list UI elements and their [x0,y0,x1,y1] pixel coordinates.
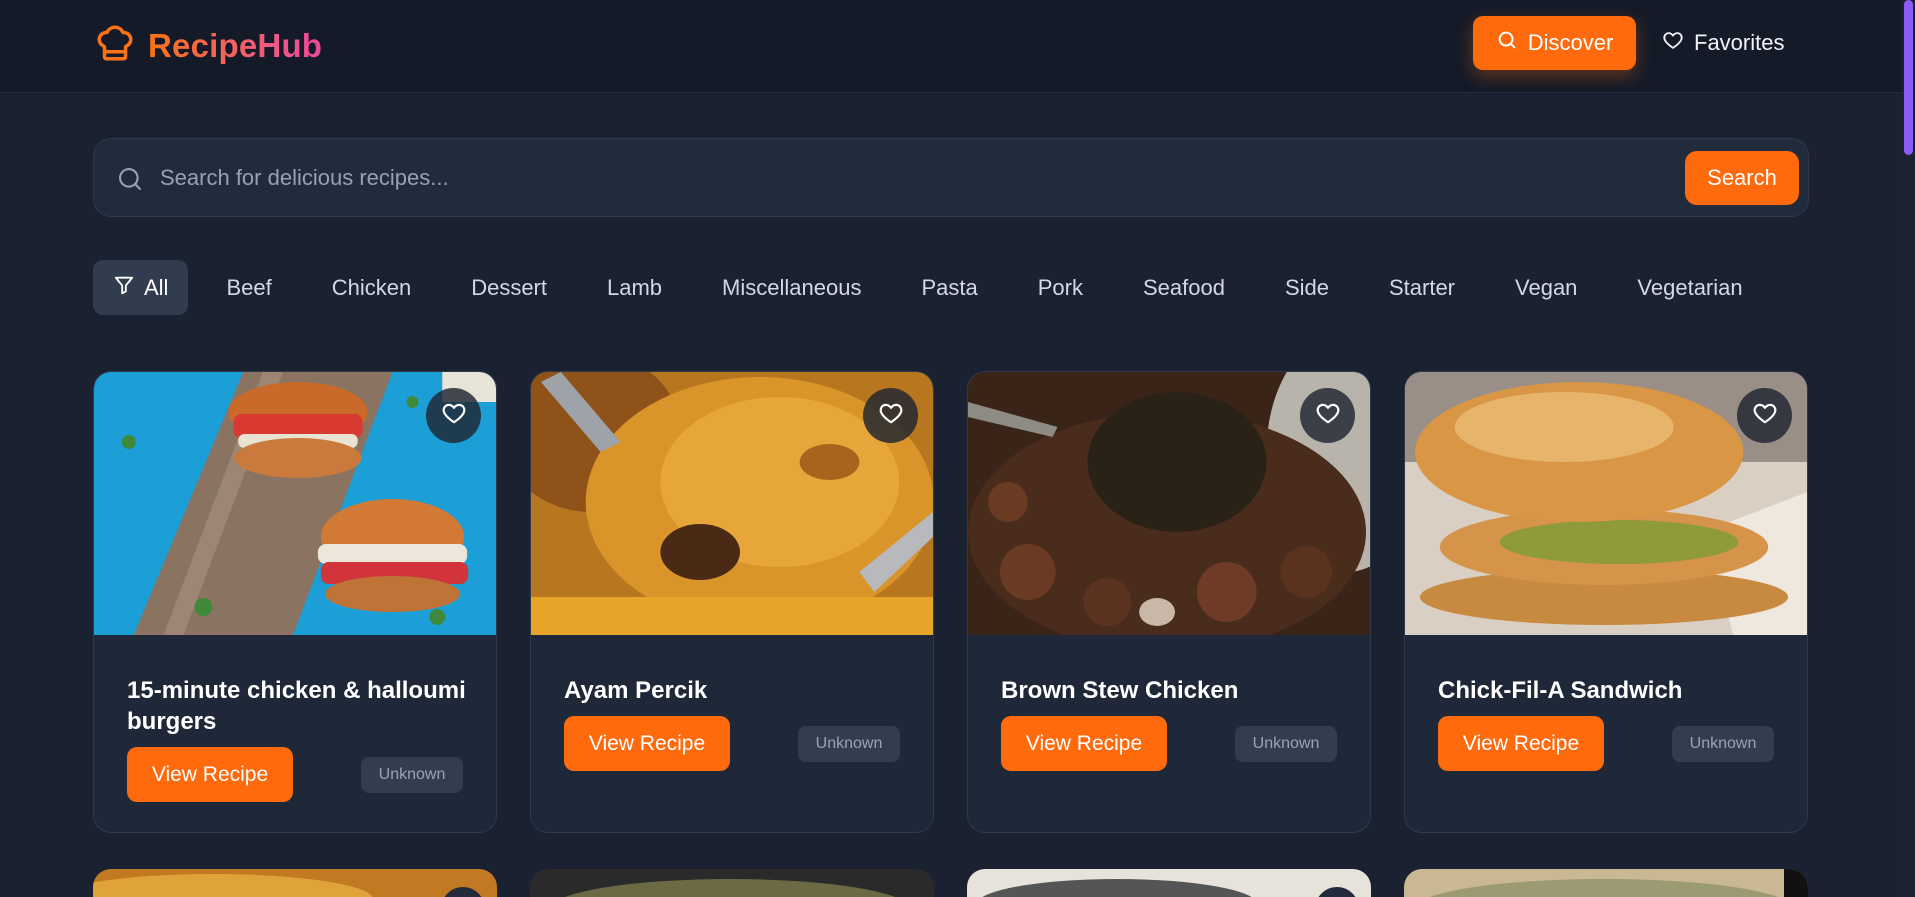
search-input[interactable] [160,159,1640,197]
view-recipe-button[interactable]: View Recipe [564,716,730,771]
recipe-card-image-partial[interactable] [93,869,497,897]
area-badge: Unknown [1672,726,1774,762]
search-button[interactable]: Search [1685,151,1799,205]
area-badge: Unknown [798,726,900,762]
favorite-toggle-button[interactable] [1737,388,1792,443]
category-chip-beef[interactable]: Beef [206,260,291,315]
discover-label: Discover [1527,30,1614,55]
search-icon [116,165,144,193]
category-chip-pasta[interactable]: Pasta [901,260,997,315]
top-navigation-bar: RecipeHub Discover Favorites [0,0,1902,93]
discover-button[interactable]: Discover [1473,16,1636,70]
search-icon [1496,29,1518,57]
view-recipe-button[interactable]: View Recipe [1001,716,1167,771]
category-chip-chicken[interactable]: Chicken [312,260,431,315]
page-scrollbar[interactable] [1902,0,1915,897]
category-filter-bar: All Beef Chicken Dessert Lamb Miscellane… [93,260,1783,315]
favorite-toggle-button[interactable] [863,388,918,443]
view-recipe-button[interactable]: View Recipe [1438,716,1604,771]
view-recipe-button[interactable]: View Recipe [127,747,293,802]
brand-logo-link[interactable]: RecipeHub [94,22,322,69]
recipe-title: Brown Stew Chicken [1001,677,1239,704]
recipe-card[interactable]: Brown Stew Chicken View Recipe Unknown [967,371,1371,833]
category-chip-vegetarian[interactable]: Vegetarian [1617,260,1762,315]
area-badge: Unknown [361,757,463,793]
heart-icon [441,400,467,431]
favorites-button[interactable]: Favorites [1662,16,1784,70]
heart-icon [878,400,904,431]
filter-icon [113,274,135,302]
category-chip-side[interactable]: Side [1265,260,1349,315]
favorite-toggle-button[interactable] [1300,388,1355,443]
recipe-card[interactable]: 15-minute chicken & halloumi burgers Vie… [93,371,497,833]
category-chip-seafood[interactable]: Seafood [1123,260,1245,315]
area-badge: Unknown [1235,726,1337,762]
recipe-title: 15-minute chicken & halloumi burgers [127,677,466,735]
favorite-toggle-button[interactable] [426,388,481,443]
category-chip-vegan[interactable]: Vegan [1495,260,1597,315]
recipe-card[interactable]: Ayam Percik View Recipe Unknown [530,371,934,833]
recipe-title: Chick-Fil-A Sandwich [1438,677,1683,704]
chef-hat-icon [94,22,136,69]
category-chip-miscellaneous[interactable]: Miscellaneous [702,260,881,315]
recipe-card-image-partial[interactable] [530,869,934,897]
recipe-card[interactable]: Chick-Fil-A Sandwich View Recipe Unknown [1404,371,1808,833]
search-bar: Search [93,138,1809,217]
category-chip-starter[interactable]: Starter [1369,260,1475,315]
heart-icon [1752,400,1778,431]
heart-icon [1315,400,1341,431]
heart-icon [1662,29,1684,57]
recipe-card-image-partial[interactable] [1404,869,1808,897]
brand-name: RecipeHub [148,26,323,64]
category-chip-lamb[interactable]: Lamb [587,260,682,315]
favorites-label: Favorites [1694,30,1785,55]
scrollbar-thumb[interactable] [1904,0,1913,155]
category-chip-dessert[interactable]: Dessert [451,260,567,315]
category-chip-pork[interactable]: Pork [1018,260,1103,315]
category-chip-label: All [144,274,169,300]
recipe-card-image-partial[interactable] [967,869,1371,897]
category-chip-all[interactable]: All [93,260,189,315]
recipe-title: Ayam Percik [564,677,708,704]
